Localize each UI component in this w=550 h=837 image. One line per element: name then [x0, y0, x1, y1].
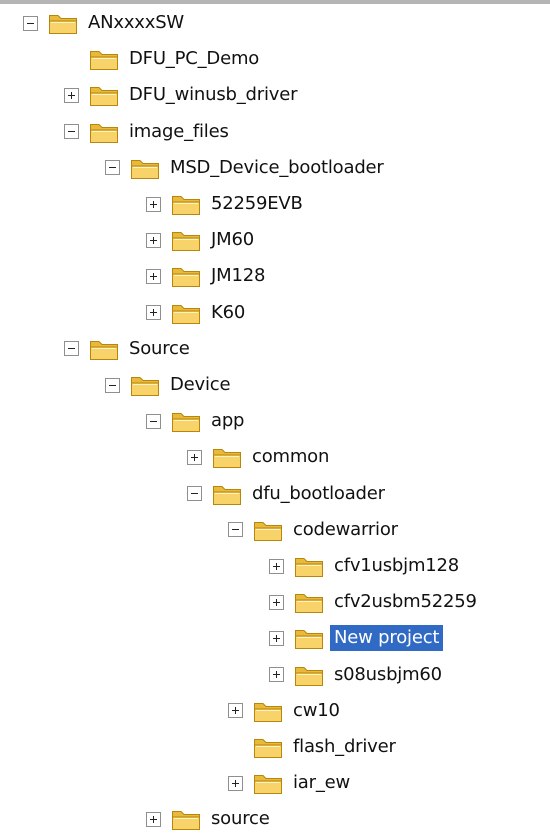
folder-label[interactable]: Device — [166, 372, 234, 398]
folder-label[interactable]: ANxxxxSW — [84, 10, 188, 36]
expand-icon[interactable] — [146, 811, 161, 827]
tree-node[interactable]: dfu_bootloader — [187, 478, 389, 510]
folder-icon — [295, 666, 323, 686]
folder-tree: ANxxxxSW DFU_PC_Demo DFU_winusb_driverimag… — [0, 0, 550, 837]
toggle-spacer — [228, 740, 243, 755]
collapse-icon[interactable] — [64, 341, 79, 357]
tree-node[interactable]: DFU_winusb_driver — [64, 79, 301, 111]
folder-label[interactable]: K60 — [207, 300, 249, 326]
tree-node[interactable]: DFU_PC_Demo — [64, 43, 263, 75]
tree-node[interactable]: common — [187, 441, 333, 473]
folder-label[interactable]: iar_ew — [289, 770, 354, 796]
tree-node[interactable]: flash_driver — [228, 731, 400, 763]
collapse-icon[interactable] — [187, 486, 202, 502]
expand-icon[interactable] — [146, 268, 161, 284]
folder-label[interactable]: DFU_PC_Demo — [125, 46, 263, 72]
folder-icon — [131, 159, 159, 179]
folder-label[interactable]: cfv1usbjm128 — [330, 553, 463, 579]
folder-label[interactable]: image_files — [125, 119, 233, 145]
tree-node[interactable]: cfv2usbm52259 — [269, 586, 481, 618]
tree-node[interactable]: New project — [269, 622, 444, 654]
folder-label[interactable]: app — [207, 408, 248, 434]
folder-icon — [49, 15, 77, 34]
folder-label[interactable]: s08usbjm60 — [330, 662, 446, 688]
tree-node[interactable]: source — [146, 803, 274, 835]
collapse-icon[interactable] — [23, 15, 38, 31]
tree-node[interactable]: cfv1usbjm128 — [269, 550, 463, 582]
folder-icon — [172, 304, 200, 324]
folder-icon — [254, 775, 282, 795]
tree-node[interactable]: JM60 — [146, 224, 258, 256]
tree-node[interactable]: MSD_Device_bootloader — [105, 152, 388, 184]
tree-node[interactable]: cw10 — [228, 695, 344, 727]
selected-folder-label[interactable]: New project — [330, 625, 444, 652]
tree-node[interactable]: K60 — [146, 297, 249, 329]
collapse-icon[interactable] — [105, 160, 120, 176]
folder-icon — [254, 702, 282, 722]
folder-icon — [172, 232, 200, 252]
expand-icon[interactable] — [187, 449, 202, 465]
toggle-spacer — [64, 52, 79, 67]
folder-icon — [131, 377, 159, 396]
expand-icon[interactable] — [269, 558, 284, 574]
tree-node[interactable]: JM128 — [146, 260, 269, 292]
tree-node[interactable]: Source — [64, 333, 194, 365]
folder-label[interactable]: source — [207, 806, 274, 832]
folder-icon — [90, 340, 118, 360]
expand-icon[interactable] — [146, 232, 161, 248]
folder-label[interactable]: DFU_winusb_driver — [125, 82, 301, 108]
folder-label[interactable]: JM128 — [207, 263, 269, 289]
collapse-icon[interactable] — [105, 377, 120, 393]
folder-icon — [172, 196, 200, 215]
expand-icon[interactable] — [269, 594, 284, 610]
folder-icon — [295, 630, 323, 650]
folder-label[interactable]: codewarrior — [289, 517, 402, 543]
folder-icon — [90, 87, 118, 107]
expand-icon[interactable] — [146, 196, 161, 212]
tree-node[interactable]: Device — [105, 369, 234, 401]
expand-icon[interactable] — [146, 305, 161, 321]
expand-icon[interactable] — [64, 87, 79, 103]
expand-icon[interactable] — [228, 775, 243, 791]
top-border — [0, 0, 550, 4]
tree-node[interactable]: iar_ew — [228, 767, 354, 799]
folder-icon — [90, 51, 118, 71]
collapse-icon[interactable] — [228, 522, 243, 538]
expand-icon[interactable] — [269, 630, 284, 646]
tree-node[interactable]: s08usbjm60 — [269, 659, 446, 691]
folder-label[interactable]: JM60 — [207, 227, 258, 253]
expand-icon[interactable] — [269, 667, 284, 683]
folder-label[interactable]: 52259EVB — [207, 191, 307, 217]
folder-label[interactable]: MSD_Device_bootloader — [166, 155, 388, 181]
folder-icon — [213, 449, 241, 469]
folder-label[interactable]: cw10 — [289, 698, 344, 724]
collapse-icon[interactable] — [64, 124, 79, 140]
tree-node[interactable]: ANxxxxSW — [23, 7, 188, 39]
folder-label[interactable]: dfu_bootloader — [248, 481, 389, 507]
tree-node[interactable]: codewarrior — [228, 514, 402, 546]
expand-icon[interactable] — [228, 703, 243, 719]
folder-icon — [213, 485, 241, 505]
folder-icon — [254, 739, 282, 758]
folder-label[interactable]: Source — [125, 336, 194, 362]
folder-icon — [172, 268, 200, 288]
collapse-icon[interactable] — [146, 413, 161, 429]
folder-label[interactable]: common — [248, 444, 333, 470]
tree-node[interactable]: app — [146, 405, 248, 437]
folder-label[interactable]: cfv2usbm52259 — [330, 589, 481, 615]
folder-icon — [172, 811, 200, 831]
tree-node[interactable]: 52259EVB — [146, 188, 307, 220]
folder-icon — [172, 413, 200, 433]
folder-icon — [90, 123, 118, 143]
folder-icon — [254, 521, 282, 541]
folder-icon — [295, 594, 323, 614]
tree-node[interactable]: image_files — [64, 116, 233, 148]
folder-label[interactable]: flash_driver — [289, 734, 400, 760]
folder-icon — [295, 558, 323, 577]
